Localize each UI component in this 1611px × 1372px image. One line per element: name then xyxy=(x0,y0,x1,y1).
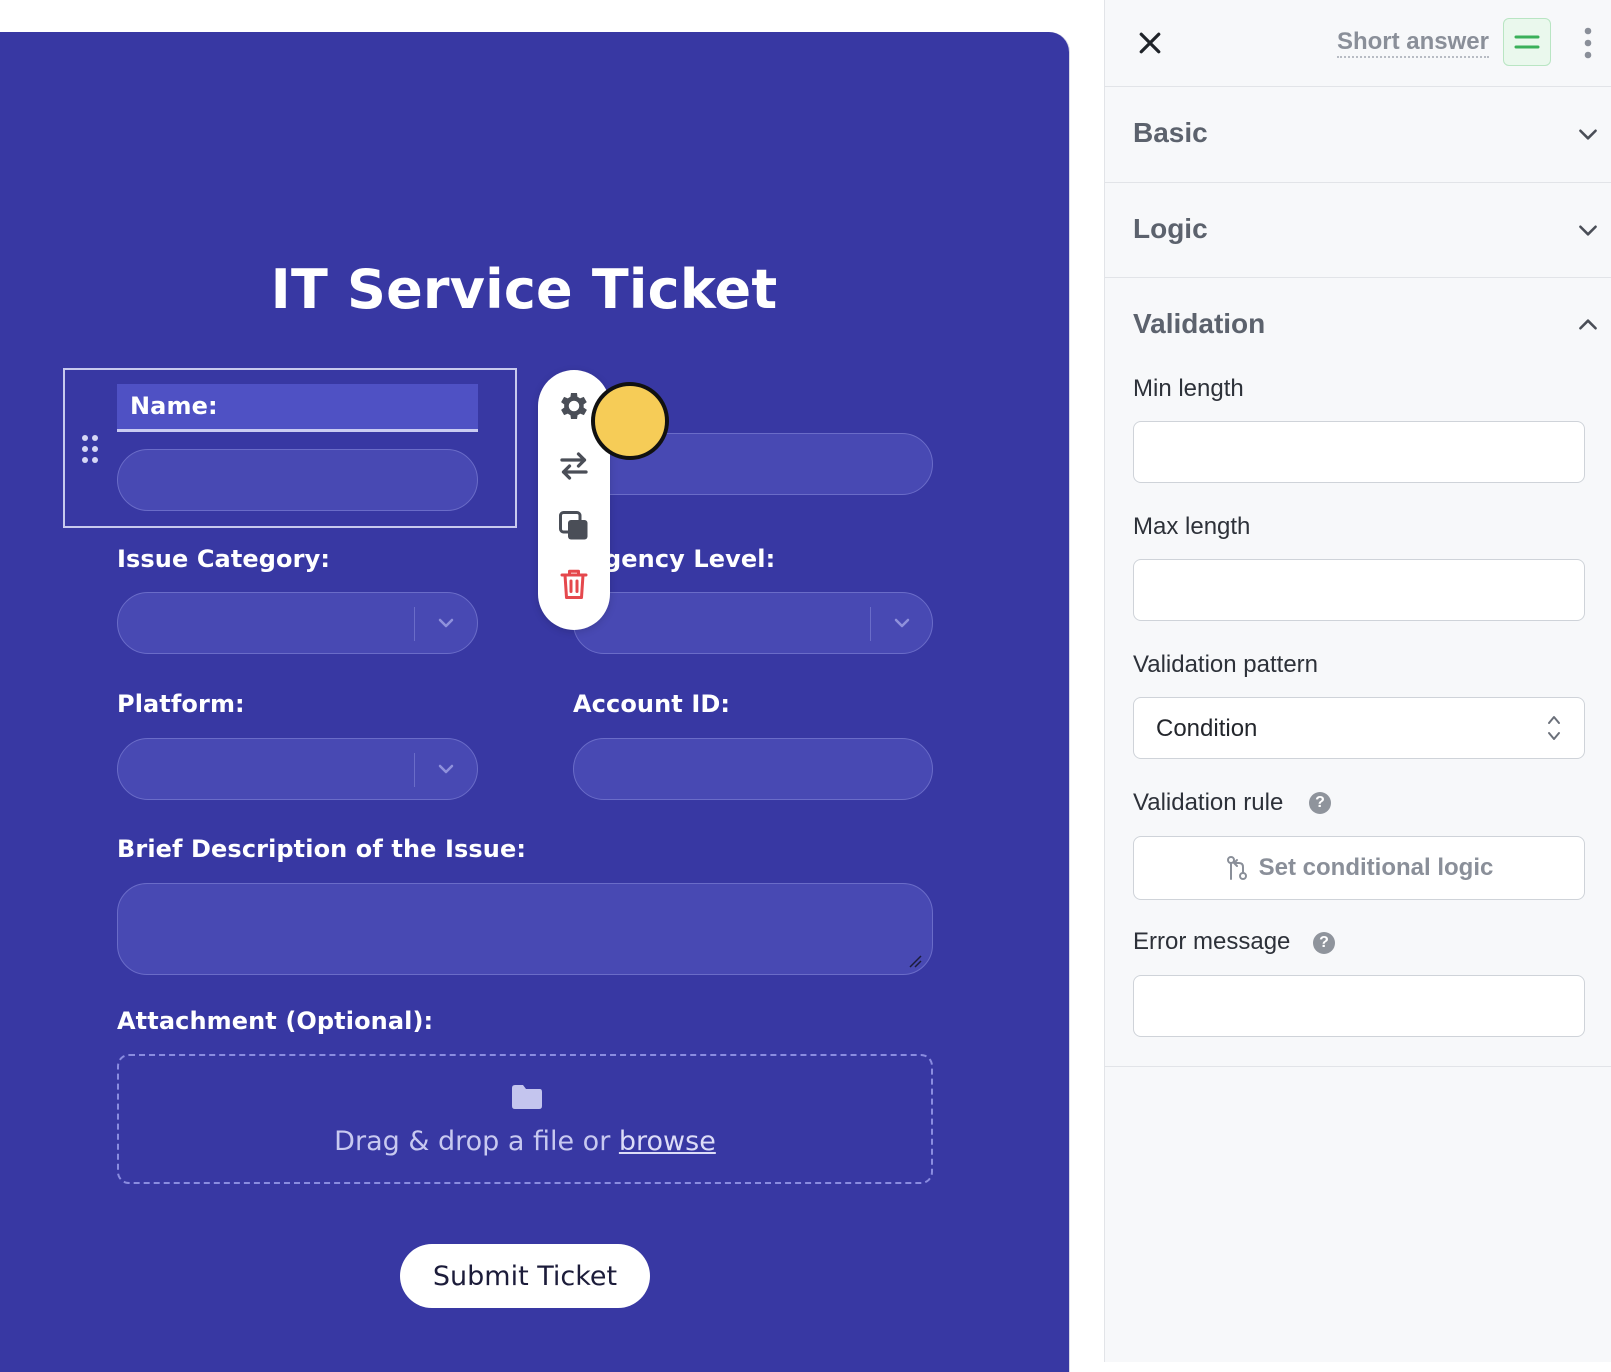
section-logic-title: Logic xyxy=(1133,213,1208,244)
name-label: Name: xyxy=(130,392,218,420)
chevron-down-icon xyxy=(1579,129,1597,140)
section-logic[interactable]: Logic xyxy=(1105,183,1611,278)
drag-handle-icon[interactable] xyxy=(80,434,100,464)
section-validation: Validation Min length Max length Validat… xyxy=(1105,278,1611,1067)
max-length-label: Max length xyxy=(1133,513,1251,540)
chevron-down-icon xyxy=(894,618,910,628)
max-length-input[interactable] xyxy=(1133,559,1585,621)
platform-label: Platform: xyxy=(117,690,245,718)
section-validation-title[interactable]: Validation xyxy=(1133,308,1265,340)
urgency-level-label: gency Level: xyxy=(604,545,776,573)
folder-icon xyxy=(512,1085,542,1109)
swap-icon[interactable] xyxy=(556,448,592,484)
form-title: IT Service Ticket xyxy=(270,258,778,321)
help-icon[interactable]: ? xyxy=(1309,792,1331,814)
error-message-label: Error message xyxy=(1133,928,1291,955)
set-conditional-logic-label: Set conditional logic xyxy=(1258,854,1494,881)
file-dropzone[interactable]: Drag & drop a file or browse xyxy=(117,1054,933,1184)
validation-rule-label: Validation rule xyxy=(1133,789,1284,816)
more-options-icon[interactable] xyxy=(1583,26,1593,60)
chevron-up-icon[interactable] xyxy=(1575,312,1601,338)
resize-handle-icon[interactable] xyxy=(908,954,922,968)
browse-link[interactable]: browse xyxy=(619,1126,716,1157)
min-length-label: Min length xyxy=(1133,375,1244,402)
platform-select[interactable] xyxy=(117,738,478,800)
gear-icon[interactable] xyxy=(556,388,592,424)
dropzone-instruction: Drag & drop a file or xyxy=(334,1126,619,1157)
name-input[interactable] xyxy=(117,449,478,511)
short-answer-icon xyxy=(1514,35,1540,49)
branch-logic-icon xyxy=(1226,856,1247,880)
chevron-down-icon xyxy=(438,764,454,774)
section-basic[interactable]: Basic xyxy=(1105,87,1611,183)
urgency-level-select[interactable] xyxy=(573,592,933,654)
panel-header: Short answer xyxy=(1105,0,1611,87)
set-conditional-logic-button[interactable]: Set conditional logic xyxy=(1133,836,1585,900)
account-id-input[interactable] xyxy=(573,738,933,800)
issue-category-select[interactable] xyxy=(117,592,478,654)
chevron-down-icon xyxy=(438,618,454,628)
close-icon[interactable] xyxy=(1135,28,1165,58)
validation-pattern-select[interactable]: Condition xyxy=(1133,697,1585,759)
cursor-indicator xyxy=(591,382,669,460)
submit-ticket-button[interactable]: Submit Ticket xyxy=(400,1244,650,1308)
updown-chevron-icon xyxy=(1548,716,1560,740)
section-basic-title: Basic xyxy=(1133,117,1208,148)
issue-category-label: Issue Category: xyxy=(117,545,331,573)
min-length-input[interactable] xyxy=(1133,421,1585,483)
chevron-down-icon xyxy=(1579,225,1597,236)
attachment-label: Attachment (Optional): xyxy=(117,1007,434,1035)
error-message-input[interactable] xyxy=(1133,975,1585,1037)
short-answer-type-button[interactable] xyxy=(1503,18,1551,66)
field-type-link[interactable]: Short answer xyxy=(1336,28,1489,58)
dropzone-text: Drag & drop a file or browse xyxy=(119,1126,931,1157)
description-textarea[interactable] xyxy=(117,883,933,975)
account-id-label: Account ID: xyxy=(573,690,731,718)
trash-icon[interactable] xyxy=(556,566,592,602)
description-label: Brief Description of the Issue: xyxy=(117,835,527,863)
help-icon[interactable]: ? xyxy=(1313,932,1335,954)
validation-pattern-label: Validation pattern xyxy=(1133,651,1319,678)
properties-panel: Short answer Basic Logic Validation Min … xyxy=(1104,0,1611,1362)
form-canvas: IT Service Ticket Name: Issue Category: … xyxy=(0,32,1069,1372)
validation-pattern-value: Condition xyxy=(1156,715,1258,742)
name-label-editor[interactable]: Name: xyxy=(117,384,478,432)
duplicate-icon[interactable] xyxy=(556,508,592,544)
